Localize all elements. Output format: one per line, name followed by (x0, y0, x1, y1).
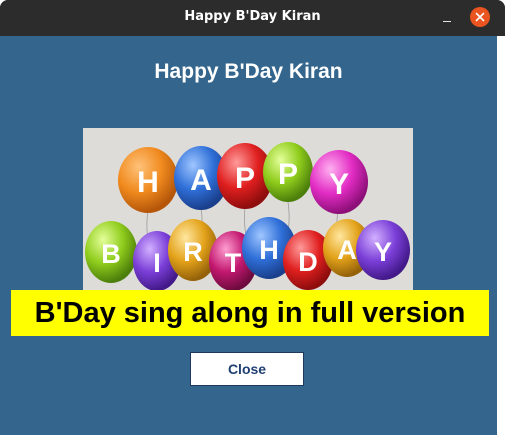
title-bar[interactable]: Happy B'Day Kiran (0, 0, 505, 36)
window-close-button[interactable] (470, 7, 490, 27)
close-button[interactable]: Close (190, 352, 304, 386)
balloon-letter: Y (374, 237, 392, 267)
balloons-image: H A P P Y B I R T H D A Y (83, 128, 413, 298)
minimize-icon (443, 21, 451, 22)
balloon-letter: H (137, 166, 159, 199)
sing-along-banner: B'Day sing along in full version (11, 290, 489, 336)
balloon-letter: P (278, 158, 298, 191)
window-edge (0, 435, 505, 444)
balloon-letter: D (298, 247, 318, 277)
balloons-illustration: H A P P Y B I R T H D A Y (85, 142, 410, 291)
close-icon (475, 12, 485, 22)
balloon-letter: A (337, 235, 357, 265)
dialog-heading: Happy B'Day Kiran (154, 60, 343, 83)
balloon-letter: I (153, 248, 161, 278)
balloon-letter: R (183, 237, 203, 267)
window-title: Happy B'Day Kiran (184, 9, 321, 24)
dialog-body: Happy B'Day Kiran H A P P Y B I R T H D … (0, 36, 497, 435)
balloon-row-birthday (85, 217, 410, 291)
minimize-button[interactable] (437, 8, 457, 28)
app-window: Happy B'Day Kiran Happy B'Day Kiran H A … (0, 0, 505, 444)
balloon-letter: B (101, 239, 121, 269)
window-edge (497, 36, 505, 444)
balloon-letter: Y (329, 168, 349, 201)
balloon-letter: H (259, 235, 279, 265)
balloon-letter: A (190, 164, 212, 197)
balloon-letter: T (225, 248, 242, 278)
balloon-letter: P (235, 162, 255, 195)
